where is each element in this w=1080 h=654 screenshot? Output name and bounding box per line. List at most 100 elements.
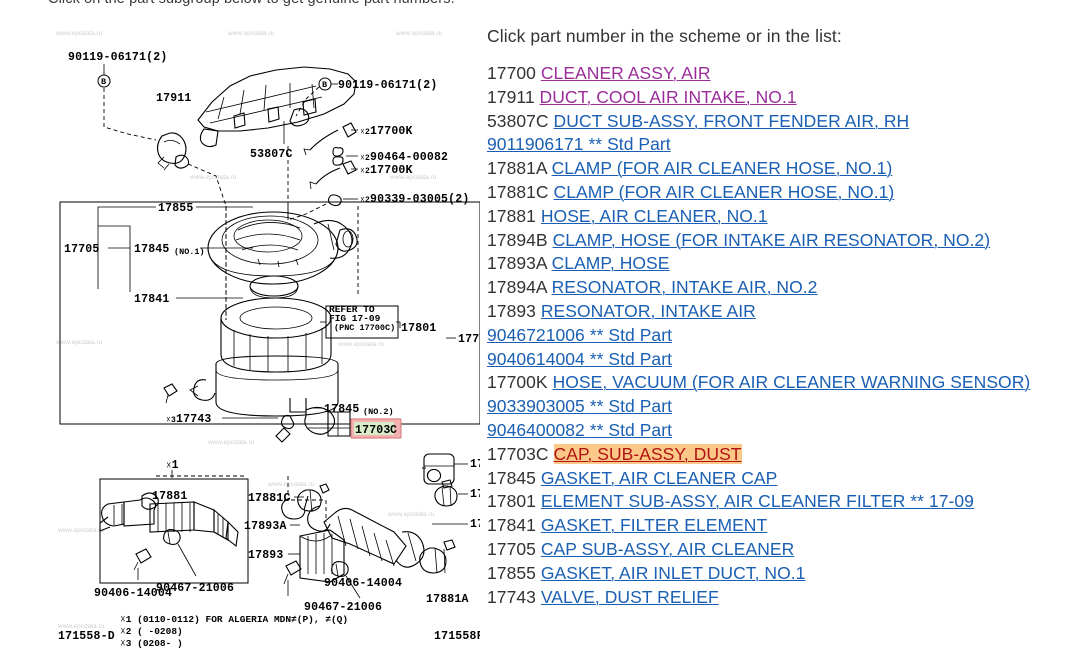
svg-text:www.epcdata.ru: www.epcdata.ru: [227, 30, 275, 37]
part-link[interactable]: GASKET, AIR CLEANER CAP: [541, 468, 778, 488]
part-number: 17893A: [487, 253, 547, 274]
svg-text:17855: 17855: [158, 202, 194, 215]
part-number: 17894A: [487, 277, 547, 298]
part-link[interactable]: 9046400082 ** Std Part: [487, 420, 672, 440]
part-link[interactable]: 9040614004 ** Std Part: [487, 349, 672, 369]
part-53807C: [197, 66, 357, 148]
part-list-item: 17893A CLAMP, HOSE: [487, 252, 1072, 276]
part-number: 17894B: [487, 229, 548, 250]
part-link[interactable]: DUCT, COOL AIR INTAKE, NO.1: [540, 87, 797, 107]
svg-text:☓2 ( -0208): ☓2 ( -0208): [120, 626, 183, 637]
part-list-item: 9040614004 ** Std Part: [487, 348, 1072, 372]
part-list-item: 9033903005 ** Std Part: [487, 395, 1072, 419]
svg-text:17881A: 17881A: [426, 593, 469, 606]
part-link[interactable]: VALVE, DUST RELIEF: [541, 587, 719, 607]
part-number: 9033903005: [487, 396, 585, 417]
part-link-selected[interactable]: CAP, SUB-ASSY, DUST: [553, 443, 742, 464]
part-list-item: 17855 GASKET, AIR INLET DUCT, NO.1: [487, 562, 1072, 586]
svg-text:17845: 17845: [324, 403, 360, 416]
part-link[interactable]: HOSE, VACUUM (FOR AIR CLEANER WARNING SE…: [553, 372, 1031, 392]
part-link[interactable]: CLAMP (FOR AIR CLEANER HOSE, NO.1): [552, 158, 893, 178]
part-number: 17855: [487, 562, 536, 583]
part-list-item: 9046721006 ** Std Part: [487, 324, 1072, 348]
part-link[interactable]: RESONATOR, INTAKE AIR, NO.2: [552, 277, 818, 297]
svg-text:☓290464-00082: ☓290464-00082: [360, 151, 448, 164]
part-list-item: 17801 ELEMENT SUB-ASSY, AIR CLEANER FILT…: [487, 490, 1072, 514]
small-hose-parts: [303, 122, 357, 156]
svg-text:www.epcdata.ru: www.epcdata.ru: [337, 341, 385, 348]
part-name: ** Std Part: [584, 419, 672, 440]
part-link[interactable]: CLAMP, HOSE: [552, 253, 670, 273]
svg-text:17893: 17893: [248, 549, 284, 562]
part-link[interactable]: 9033903005 ** Std Part: [487, 396, 672, 416]
air-cleaner-housing: [189, 297, 339, 417]
part-number: 17700: [487, 63, 536, 83]
part-list-item: 17893 RESONATOR, INTAKE AIR: [487, 300, 1072, 324]
part-number: 17845: [487, 467, 536, 488]
part-link[interactable]: 9011906171 ** Std Part: [487, 134, 671, 154]
part-link[interactable]: DUCT SUB-ASSY, FRONT FENDER AIR, RH: [554, 111, 910, 131]
svg-text:17845: 17845: [134, 243, 170, 256]
part-link[interactable]: CLAMP (FOR AIR CLEANER HOSE, NO.1): [554, 182, 895, 202]
part-link[interactable]: CLEANER ASSY, AIR: [541, 63, 711, 83]
svg-text:☓217700K: ☓217700K: [360, 164, 413, 177]
svg-text:17881: 17881: [152, 490, 188, 503]
part-list-item: 17703C CAP, SUB-ASSY, DUST: [487, 443, 1072, 467]
svg-text:www.epcdata.ru: www.epcdata.ru: [189, 174, 237, 181]
svg-text:☓1 (0110-0112) FOR ALGERIA MDN: ☓1 (0110-0112) FOR ALGERIA MDN≠(P), ≠(Q): [120, 614, 348, 625]
top-instruction: Click on the part subgroup below to get …: [48, 0, 455, 7]
svg-text:17911: 17911: [156, 92, 192, 105]
part-list-item: 17894A RESONATOR, INTAKE AIR, NO.2: [487, 276, 1072, 300]
svg-text:90406-14004: 90406-14004: [324, 577, 402, 590]
part-number-list: 17700 CLEANER ASSY, AIR 17911 DUCT, COOL …: [487, 62, 1072, 609]
part-link[interactable]: RESONATOR, INTAKE AIR: [541, 301, 756, 321]
svg-text:www.epcdata.ru: www.epcdata.ru: [207, 439, 255, 446]
part-name: ** Std Part: [584, 396, 672, 417]
part-list-item: 9011906171 ** Std Part: [487, 133, 1072, 157]
part-number: 9040614004: [487, 348, 585, 369]
part-list-item: 17845 GASKET, AIR CLEANER CAP: [487, 467, 1072, 491]
part-link[interactable]: GASKET, AIR INLET DUCT, NO.1: [541, 563, 806, 583]
part-name: ** Std Part: [584, 324, 672, 345]
svg-text:171558F: 171558F: [434, 630, 480, 643]
part-number: 17801: [487, 491, 536, 512]
svg-text:(NO.1): (NO.1): [174, 247, 205, 257]
svg-text:171558-D: 171558-D: [58, 630, 115, 643]
svg-text:www.epcdata.ru: www.epcdata.ru: [55, 30, 103, 37]
part-link[interactable]: 9046721006 ** Std Part: [487, 325, 672, 345]
svg-text:17893A: 17893A: [244, 520, 287, 533]
part-name: ** Std Part: [583, 134, 671, 155]
parts-scheme-diagram[interactable]: .ln { fill:none; stroke:#000; stroke-wid…: [38, 24, 480, 654]
refer-to-box: REFER TO FIG 17-09 (PNC 17700C): [325, 304, 399, 339]
svg-text:17700: 17700: [458, 333, 480, 346]
svg-text:☓3 (0208- ): ☓3 (0208- ): [120, 638, 183, 649]
svg-text:☓217700K: ☓217700K: [360, 125, 413, 138]
part-link[interactable]: CLAMP, HOSE (FOR INTAKE AIR RESONATOR, N…: [553, 230, 991, 250]
part-number: 17743: [487, 586, 536, 607]
part-17881C: [297, 483, 330, 513]
svg-text:www.epcdata.ru: www.epcdata.ru: [57, 527, 105, 534]
svg-text:C: C: [390, 424, 397, 437]
part-list-item: 17700 CLEANER ASSY, AIR: [487, 62, 1072, 86]
part-number: 17841: [487, 515, 536, 536]
part-17881-right: [281, 495, 425, 568]
part-number: 17881C: [487, 181, 549, 202]
svg-text:www.epcdata.ru: www.epcdata.ru: [267, 481, 315, 488]
part-link[interactable]: GASKET, FILTER ELEMENT: [541, 515, 767, 535]
part-number: 17911: [487, 86, 535, 107]
part-link[interactable]: CAP SUB-ASSY, AIR CLEANER: [541, 539, 794, 559]
part-number: 17700K: [487, 372, 548, 393]
part-17894A: [423, 453, 455, 485]
part-17881A: [419, 539, 456, 574]
part-link[interactable]: ELEMENT SUB-ASSY, AIR CLEANER FILTER ** …: [541, 491, 974, 511]
parts-list-panel: Click part number in the scheme or in th…: [487, 26, 1072, 609]
svg-text:90119-06171(2): 90119-06171(2): [338, 79, 437, 92]
svg-text:☓317743: ☓317743: [166, 413, 212, 426]
svg-text:B: B: [101, 77, 106, 87]
diagram-callout-17703C-highlight: 17703 C: [350, 418, 402, 439]
part-link[interactable]: HOSE, AIR CLEANER, NO.1: [541, 206, 768, 226]
svg-text:☓290339-03005(2): ☓290339-03005(2): [360, 193, 469, 206]
air-cleaner-cap: [207, 211, 358, 299]
part-list-item: 17881A CLAMP (FOR AIR CLEANER HOSE, NO.1…: [487, 157, 1072, 181]
part-number: 17705: [487, 538, 536, 559]
